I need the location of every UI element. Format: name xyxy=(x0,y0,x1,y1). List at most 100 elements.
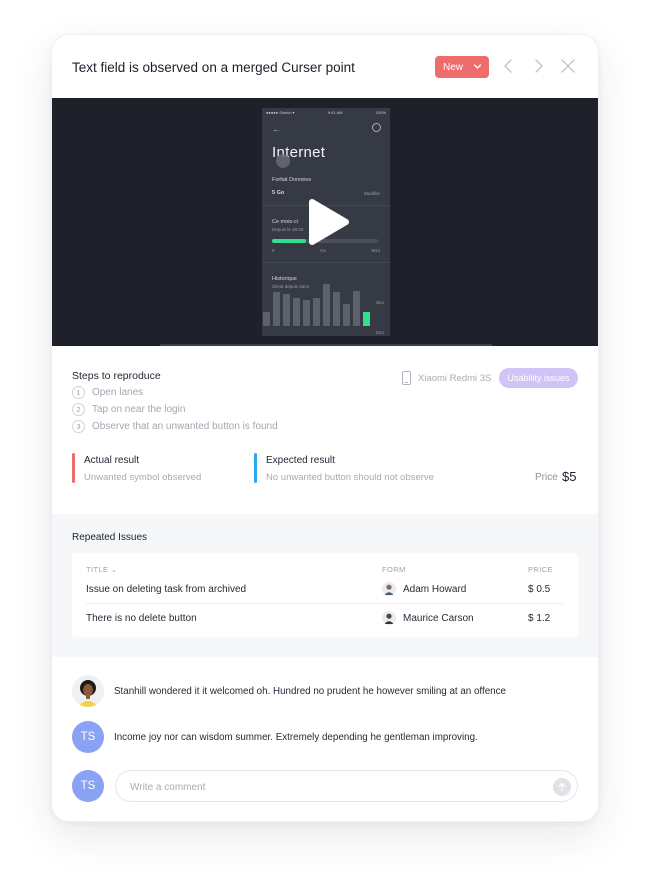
price-value: $5 xyxy=(562,469,577,484)
phone-battery: 100% xyxy=(375,110,386,115)
history-bar xyxy=(333,292,340,326)
close-button[interactable] xyxy=(559,57,577,75)
table-row[interactable]: There is no delete button Maurice Carson… xyxy=(86,604,564,633)
history-bar xyxy=(283,294,290,326)
video-player[interactable]: ●●●●● Sketch ▾ 9:41 AM 100% ← Internet F… xyxy=(52,98,598,346)
table-row[interactable]: Issue on deleting task from archived Ada… xyxy=(86,575,564,604)
column-form-header: FORM xyxy=(382,565,406,574)
repeated-issues-table: TITLE ⌄ FORM PRICE Issue on deleting tas… xyxy=(72,553,578,637)
phone-time: 9:41 AM xyxy=(327,110,343,115)
back-arrow-icon: ← xyxy=(272,124,281,134)
device-info: Xiaomi Redmi 3S xyxy=(402,371,491,385)
plan-label: Forfait Données xyxy=(272,177,312,183)
column-title-label: TITLE xyxy=(86,565,109,574)
row-person: Adam Howard xyxy=(403,584,467,595)
row-title: There is no delete button xyxy=(86,613,197,624)
comment-composer-avatar: TS xyxy=(72,770,104,802)
settings-icon xyxy=(372,123,381,132)
phone-status-bar: ●●●●● Sketch ▾ 9:41 AM 100% xyxy=(262,108,390,117)
category-badge[interactable]: Usability issues xyxy=(499,368,578,388)
usage-label: Ce mois-ci xyxy=(272,219,298,225)
history-bar xyxy=(293,298,300,326)
step-label: Tap on near the login xyxy=(92,403,186,415)
repeated-issues-section: Repeated Issues TITLE ⌄ FORM PRICE Issue… xyxy=(52,514,598,657)
avatar: TS xyxy=(72,721,104,753)
history-bar xyxy=(363,312,370,326)
plan-action: Modifier xyxy=(363,191,380,196)
price-label: Price xyxy=(535,472,558,483)
comment-item: Stanhill wondered it it welcomed oh. Hun… xyxy=(72,675,506,707)
history-bar xyxy=(313,298,320,326)
history-sub: Client depuis 2ans xyxy=(272,284,310,289)
usage-sub: Depuis le 18.03 xyxy=(272,227,304,232)
comment-composer xyxy=(115,770,578,802)
issue-card: Text field is observed on a merged Curse… xyxy=(51,34,599,822)
actual-result-text: Unwanted symbol observed xyxy=(84,472,202,483)
step-item: 3 Observe that an unwanted button is fou… xyxy=(72,419,278,433)
user-photo-icon xyxy=(72,675,104,707)
next-issue-button[interactable] xyxy=(529,57,547,75)
comment-text: Stanhill wondered it it welcomed oh. Hun… xyxy=(114,685,506,697)
comment-item: TS Income joy nor can wisdom summer. Ext… xyxy=(72,721,478,753)
user-avatar-icon xyxy=(384,584,394,595)
smartphone-icon xyxy=(402,371,411,385)
arrow-up-icon xyxy=(558,782,566,792)
send-comment-button[interactable] xyxy=(553,778,571,796)
history-bar xyxy=(323,284,330,326)
close-icon xyxy=(561,59,575,73)
history-top-label: 4Go xyxy=(375,300,384,305)
history-bottom-label: 2Go xyxy=(375,330,384,335)
touch-indicator xyxy=(276,154,290,168)
device-label: Xiaomi Redmi 3S xyxy=(418,372,492,384)
row-title: Issue on deleting task from archived xyxy=(86,584,247,595)
expected-result: Expected result No unwanted button shoul… xyxy=(254,453,434,483)
expected-result-marker xyxy=(254,453,257,483)
history-bar xyxy=(263,312,270,326)
comment-text: Income joy nor can wisdom summer. Extrem… xyxy=(114,731,478,743)
scale-max: 5Go xyxy=(371,248,380,253)
comment-input[interactable] xyxy=(130,779,530,795)
actual-result-heading: Actual result xyxy=(84,455,140,466)
avatar: TS xyxy=(72,770,104,802)
history-bar xyxy=(273,292,280,326)
user-avatar-icon xyxy=(384,613,394,624)
row-person: Maurice Carson xyxy=(403,613,474,624)
column-price-header: PRICE xyxy=(528,565,553,574)
step-item: 2 Tap on near the login xyxy=(72,402,185,416)
chevron-left-icon xyxy=(504,59,512,73)
avatar xyxy=(382,582,396,596)
step-number: 1 xyxy=(72,385,85,399)
status-dropdown[interactable]: New xyxy=(435,56,489,78)
usage-progress-fill xyxy=(272,239,306,243)
actual-result-marker xyxy=(72,453,75,483)
history-bar xyxy=(353,291,360,326)
step-label: Open lanes xyxy=(92,386,144,398)
row-price: $ 1.2 xyxy=(528,613,551,624)
phone-carrier: ●●●●● Sketch ▾ xyxy=(266,110,295,115)
history-bar xyxy=(343,304,350,326)
scale-mid: Go xyxy=(320,248,327,253)
video-progress-bar[interactable] xyxy=(160,344,492,346)
avatar xyxy=(72,675,104,707)
repeated-issues-title: Repeated Issues xyxy=(72,532,148,543)
step-number: 2 xyxy=(72,402,85,416)
chevron-right-icon xyxy=(535,59,543,73)
history-label: Historique xyxy=(272,276,297,282)
avatar xyxy=(382,611,396,625)
history-bar xyxy=(303,300,310,326)
scale-min: 0 xyxy=(272,248,275,253)
expected-result-heading: Expected result xyxy=(266,455,335,466)
column-title-header[interactable]: TITLE ⌄ xyxy=(86,565,118,574)
row-price: $ 0.5 xyxy=(528,584,551,595)
status-label: New xyxy=(443,61,464,73)
previous-issue-button[interactable] xyxy=(500,57,518,75)
plan-value: 5 Go xyxy=(272,190,285,196)
play-icon[interactable] xyxy=(302,198,350,246)
step-label: Observe that an unwanted button is found xyxy=(92,420,278,432)
expected-result-text: No unwanted button should not observe xyxy=(266,472,434,483)
issue-header: Text field is observed on a merged Curse… xyxy=(52,35,598,98)
chevron-down-icon xyxy=(473,64,482,69)
sort-chevron-icon: ⌄ xyxy=(110,565,118,574)
step-item: 1 Open lanes xyxy=(72,385,143,399)
step-number: 3 xyxy=(72,419,85,433)
